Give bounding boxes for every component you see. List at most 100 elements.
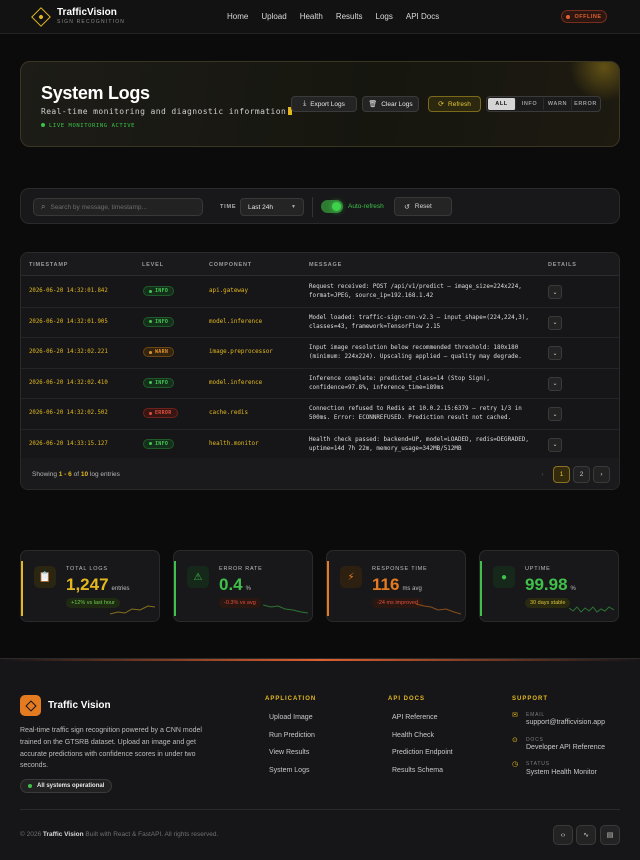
log-toolbar: ⌕ TIME Last 24h ▼ Auto-refresh ↺ Reset: [20, 188, 620, 224]
copyright-brand: Traffic Vision: [42, 831, 84, 838]
level-dot-icon: [149, 381, 152, 384]
nav-results[interactable]: Results: [336, 12, 363, 21]
footer-link-run-prediction[interactable]: Run Prediction: [269, 732, 315, 739]
details-expand-button[interactable]: ⌄: [548, 315, 562, 330]
footer-link-api-reference[interactable]: API Reference: [392, 714, 438, 721]
stat-value: 0.4: [219, 575, 243, 594]
details-expand-button[interactable]: ⌄: [548, 437, 562, 452]
status-dot-icon: [566, 14, 571, 19]
time-range-value: Last 24h: [248, 203, 273, 211]
filter-error[interactable]: ERROR: [572, 98, 599, 110]
search-icon: ⌕: [41, 202, 46, 211]
top-navbar: TrafficVision SIGN RECOGNITION Home Uplo…: [0, 0, 640, 34]
footer-link-results-schema[interactable]: Results Schema: [392, 767, 443, 774]
filter-info[interactable]: INFO: [516, 98, 544, 110]
support-status-label: STATUS: [526, 761, 550, 767]
chevron-down-icon: ⌄: [552, 442, 558, 448]
lightning-icon: ⚡: [340, 566, 362, 588]
level-badge: ERROR: [143, 408, 178, 418]
row-component: cache.redis: [209, 410, 249, 416]
docs-button[interactable]: ▤: [600, 825, 620, 845]
activity-button[interactable]: ∿: [576, 825, 596, 845]
footer-link-view-results[interactable]: View Results: [269, 749, 309, 756]
status-dot-icon: ●: [493, 566, 515, 588]
chevron-down-icon: ⌄: [552, 411, 558, 418]
support-email-link[interactable]: support@trafficvision.app: [526, 719, 605, 726]
code-button[interactable]: ‹›: [553, 825, 573, 845]
stat-value-wrap: 99.98%: [525, 575, 576, 595]
page-2-button[interactable]: 2: [573, 466, 590, 483]
details-expand-button[interactable]: ⌄: [548, 376, 562, 391]
support-status-link[interactable]: System Health Monitor: [526, 769, 597, 776]
refresh-button[interactable]: ⟳ Refresh: [428, 96, 481, 112]
sparkline: [263, 604, 308, 614]
time-range-select[interactable]: Last 24h ▼: [240, 198, 304, 216]
table-header: TIMESTAMP LEVEL COMPONENT MESSAGE DETAIL…: [21, 253, 619, 276]
table-row: 2026-06-20 14:32:01.905 INFO model.inferen…: [21, 308, 619, 338]
details-expand-button[interactable]: ⌄: [548, 346, 562, 360]
level-label: ERROR: [155, 410, 172, 416]
nav-api-docs[interactable]: API Docs: [406, 12, 439, 21]
brand-title: TrafficVision: [57, 7, 117, 18]
footer-link-upload-image[interactable]: Upload Image: [269, 714, 313, 721]
stat-delta: -0.3% vs avg: [224, 600, 256, 606]
system-status-badge: All systems operational: [20, 779, 113, 793]
search-input[interactable]: [50, 203, 191, 211]
stat-value-wrap: 0.4%: [219, 575, 251, 595]
brand[interactable]: TrafficVision SIGN RECOGNITION: [31, 7, 125, 27]
footer-link-health-check[interactable]: Health Check: [392, 732, 434, 739]
page-title: System Logs: [41, 83, 150, 103]
stat-unit: ms avg: [402, 586, 422, 592]
clear-logs-button[interactable]: 🗑 Clear Logs: [362, 96, 419, 112]
stat-delta-badge: -0.3% vs avg: [219, 598, 261, 608]
filter-warn[interactable]: WARN: [544, 98, 572, 110]
footer-link-system-logs[interactable]: System Logs: [269, 767, 309, 774]
showing-from: 1: [58, 471, 63, 478]
sparkline: [110, 605, 155, 615]
footer-logo-icon: [20, 695, 41, 716]
export-logs-button[interactable]: ⤓ Export Logs: [291, 96, 357, 112]
row-component: image.preprocessor: [209, 349, 273, 355]
support-heading: SUPPORT: [512, 696, 549, 702]
nav-upload[interactable]: Upload: [261, 12, 286, 21]
showing-prefix: Showing: [32, 471, 57, 478]
copyright: © 2026 Traffic Vision Built with React &…: [20, 831, 218, 838]
chevron-down-icon: ▼: [291, 204, 296, 210]
level-dot-icon: [149, 289, 152, 293]
footer-description: Real-time traffic sign recognition power…: [20, 727, 202, 770]
details-expand-button[interactable]: ⌄: [548, 407, 562, 421]
footer-title: Traffic Vision: [48, 700, 111, 711]
showing-suffix: log entries: [89, 471, 120, 478]
chevron-down-icon: ⌄: [552, 320, 558, 326]
stat-value: 99.98: [525, 575, 568, 594]
level-label: INFO: [155, 318, 169, 325]
next-page-button[interactable]: ›: [593, 466, 610, 483]
column-component: COMPONENT: [209, 262, 252, 268]
stat-accent-bar: [21, 561, 23, 616]
stat-label: ERROR RATE: [219, 566, 263, 572]
previous-page-button[interactable]: ‹: [534, 466, 551, 483]
stat-delta: -24 ms improved: [377, 600, 418, 606]
document-icon: ▤: [606, 832, 614, 839]
reset-icon: ↺: [404, 203, 410, 211]
reset-button[interactable]: ↺ Reset: [394, 197, 452, 216]
toggle-knob: [332, 202, 341, 211]
row-component: model.inference: [209, 379, 263, 386]
row-message: Request received: POST /api/v1/predict —…: [309, 284, 522, 300]
stat-unit: %: [570, 586, 576, 592]
footer-link-prediction-endpoint[interactable]: Prediction Endpoint: [392, 749, 453, 756]
warning-icon: ⚠: [187, 566, 209, 588]
nav-home[interactable]: Home: [227, 12, 248, 21]
nav-health[interactable]: Health: [300, 12, 323, 21]
export-logs-label: Export Logs: [310, 100, 345, 108]
support-docs-link[interactable]: Developer API Reference: [526, 744, 605, 751]
nav-logs[interactable]: Logs: [376, 12, 393, 21]
filter-all[interactable]: ALL: [488, 98, 516, 110]
level-label: INFO: [155, 440, 169, 447]
details-expand-button[interactable]: ⌄: [548, 285, 562, 299]
activity-icon: ∿: [583, 832, 589, 839]
auto-refresh-toggle[interactable]: [321, 200, 343, 213]
page-1-button[interactable]: 1: [553, 466, 570, 483]
stat-accent-bar: [327, 561, 329, 616]
level-dot-icon: [149, 411, 152, 415]
